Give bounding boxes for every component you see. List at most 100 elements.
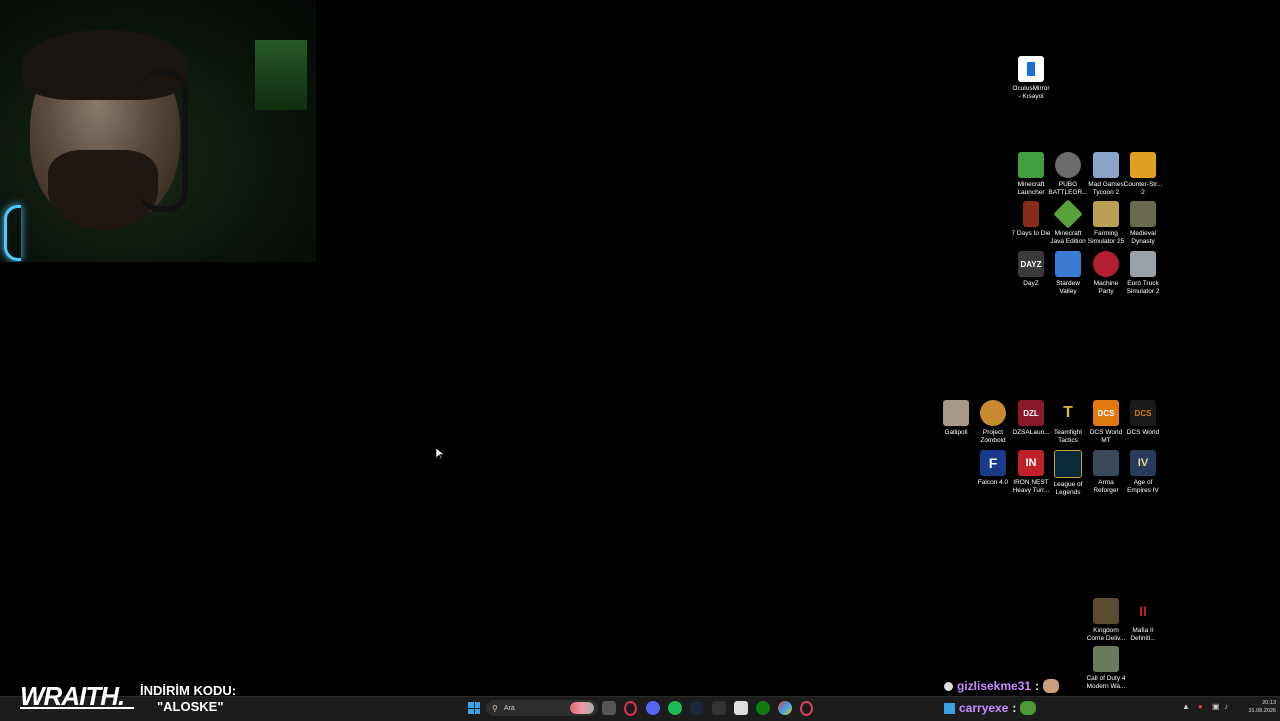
desktop-icon-aoe[interactable]: IV Age of Empires IV <box>1123 450 1163 494</box>
desktop-icon-label: Project Zomboid <box>980 429 1006 444</box>
desktop-icon-label: League of Legends <box>1053 481 1083 496</box>
desktop-icon-label: IRON NEST Heavy Turr... <box>1012 479 1050 494</box>
dcs-icon: DCS <box>1130 400 1156 426</box>
zomboid-icon <box>980 400 1006 426</box>
desktop-icon-dcs[interactable]: DCS DCS World <box>1123 400 1163 437</box>
chat-badge-icon <box>944 681 953 691</box>
kingdom-icon <box>1093 598 1119 624</box>
desktop-icon-minecraft-java[interactable]: Minecraft Java Edition <box>1048 199 1088 245</box>
desktop-icon-dcs-mt[interactable]: DCS DCS World MT <box>1086 400 1126 444</box>
epic-games-icon[interactable] <box>734 701 748 715</box>
headset <box>140 70 188 212</box>
desktop-icon-label: Arma Reforger <box>1093 479 1119 494</box>
mafia-icon: II <box>1130 598 1156 624</box>
desktop-icon-kingdom[interactable]: Kingdom Come Deliv... <box>1086 598 1126 642</box>
desktop-icon-iron-nest[interactable]: IN IRON NEST Heavy Turr... <box>1011 450 1051 494</box>
frog-emote-icon <box>1020 701 1037 715</box>
desktop-icon-mafia[interactable]: II Mafia II Definiti... <box>1123 598 1163 642</box>
desktop-icon-label: DayZ <box>1023 280 1039 287</box>
desktop-icon-label: Stardew Valley <box>1056 280 1080 295</box>
desktop-icon-zomboid[interactable]: Project Zomboid <box>973 400 1013 444</box>
falcon-icon: F <box>980 450 1006 476</box>
desktop-icon-farming[interactable]: Farming Simulator 25 <box>1086 201 1126 245</box>
game-icon[interactable] <box>800 701 813 716</box>
dayz-icon: DAYZ <box>1018 251 1044 277</box>
desktop-icon-label: DCS World MT <box>1089 429 1123 444</box>
desktop-icon-label: 7 Days to Die <box>1011 230 1051 237</box>
spotify-icon[interactable] <box>668 701 682 715</box>
cod-icon <box>1093 646 1119 672</box>
desktop-icon-label: OculusMirror - Kısayol <box>1012 85 1050 100</box>
desktop-icon-mad-games[interactable]: Mad Games Tycoon 2 <box>1086 152 1126 196</box>
chair-glow <box>4 205 21 261</box>
desktop-icon-counter-strike[interactable]: Counter-Str... 2 <box>1123 152 1163 196</box>
truck-icon <box>1130 251 1156 277</box>
desktop-icon-oculus[interactable]: OculusMirror - Kısayol <box>1011 56 1051 100</box>
desktop-icon-medieval[interactable]: Medieval Dynasty <box>1123 201 1163 245</box>
desktop-icon-label: Minecraft Launcher <box>1017 181 1045 196</box>
desktop-icon-arma[interactable]: Arma Reforger <box>1086 450 1126 494</box>
desktop-icon-7-days[interactable]: 7 Days to Die <box>1011 201 1051 238</box>
chat-badge-icon <box>944 702 955 714</box>
desktop-icon-machine-party[interactable]: Machine Party <box>1086 251 1126 295</box>
desktop-icon-cod[interactable]: Call of Duty 4 Modern Wa... <box>1086 646 1126 690</box>
chat-message-2: carryexe : <box>944 701 1037 715</box>
desktop-icon-label: Kingdom Come Deliv... <box>1086 627 1126 642</box>
desktop-icon-label: Euro Truck Simulator 2 <box>1126 280 1160 295</box>
webcam-overlay <box>0 0 316 262</box>
desktop-icon-dayz[interactable]: DAYZ DayZ <box>1011 251 1051 288</box>
desktop-icon-pubg[interactable]: PUBG BATTLEGR... <box>1048 152 1088 196</box>
desktop-icon-label: DCS World <box>1126 429 1160 436</box>
brand-underline <box>20 707 134 709</box>
xbox-icon[interactable] <box>756 701 770 715</box>
desktop-icon-dzsa[interactable]: DZL DZSALaun... <box>1011 400 1051 437</box>
desktop-icon-lol[interactable]: League of Legends <box>1048 450 1088 496</box>
desktop-icon-label: Mafia II Definiti... <box>1130 627 1156 642</box>
desktop-icon-euro-truck[interactable]: Euro Truck Simulator 2 <box>1123 251 1163 295</box>
oculus-icon <box>1018 56 1044 82</box>
edge-icon[interactable] <box>778 701 792 715</box>
desktop-icon-label: Medieval Dynasty <box>1129 230 1156 245</box>
cs-icon <box>1130 152 1156 178</box>
search-highlight-icon <box>570 702 594 714</box>
microphone-icon[interactable]: ● <box>1198 702 1203 711</box>
taskbar-clock[interactable]: 20:13 31.08.2026 <box>1236 699 1276 715</box>
chat-username: gizlisekme31 <box>957 679 1032 693</box>
desktop-icon-minecraft-launcher[interactable]: Minecraft Launcher <box>1011 152 1051 196</box>
desktop-icon-label: Minecraft Java Edition <box>1050 230 1086 245</box>
riot-client-icon[interactable] <box>712 701 726 715</box>
steam-icon[interactable] <box>690 701 704 715</box>
desktop-icon-label: Teamfight Tactics <box>1053 429 1083 444</box>
search-icon: ⚲ <box>492 703 498 713</box>
opera-icon[interactable] <box>624 701 637 716</box>
task-view-icon[interactable] <box>602 701 616 715</box>
desktop-icon-label: Falcon 4.0 <box>977 479 1009 486</box>
aoe-icon: IV <box>1130 450 1156 476</box>
desktop-icon-falcon[interactable]: F Falcon 4.0 <box>973 450 1013 487</box>
desktop-icon-label: Farming Simulator 25 <box>1087 230 1125 245</box>
machine-party-icon <box>1093 251 1119 277</box>
show-hidden-icons-chevron-icon[interactable]: ▲ <box>1182 702 1190 711</box>
discord-icon[interactable] <box>646 701 660 715</box>
desktop-icon-stardew[interactable]: Stardew Valley <box>1048 251 1088 295</box>
face-emote-icon <box>1043 679 1060 693</box>
desktop-icon-label: Counter-Str... 2 <box>1123 181 1163 196</box>
chat-separator: : <box>1012 701 1017 715</box>
lol-icon <box>1054 450 1082 478</box>
desktop-icon-teamfight[interactable]: T Teamfight Tactics <box>1048 400 1088 444</box>
desktop-icon-label: PUBG BATTLEGR... <box>1048 181 1088 196</box>
chat-message-1: gizlisekme31 : <box>944 679 1060 693</box>
network-icon[interactable]: ▣ <box>1212 702 1220 711</box>
volume-icon[interactable]: ♪ <box>1224 702 1228 711</box>
desktop-icon-gallipoli[interactable]: Gallipoli <box>936 400 976 437</box>
desktop-icon-label: DZSALaun... <box>1012 429 1050 436</box>
start-icon[interactable] <box>468 702 480 714</box>
taskbar-search-box[interactable]: ⚲ Ara <box>486 700 598 716</box>
mouse-cursor-icon <box>435 447 445 465</box>
promo-label: İNDİRİM KODU: <box>140 683 237 698</box>
arma-icon <box>1093 450 1119 476</box>
grass-block-icon <box>1053 199 1083 229</box>
gallipoli-icon <box>943 400 969 426</box>
tft-icon: T <box>1055 400 1081 426</box>
dzsa-icon: DZL <box>1018 400 1044 426</box>
